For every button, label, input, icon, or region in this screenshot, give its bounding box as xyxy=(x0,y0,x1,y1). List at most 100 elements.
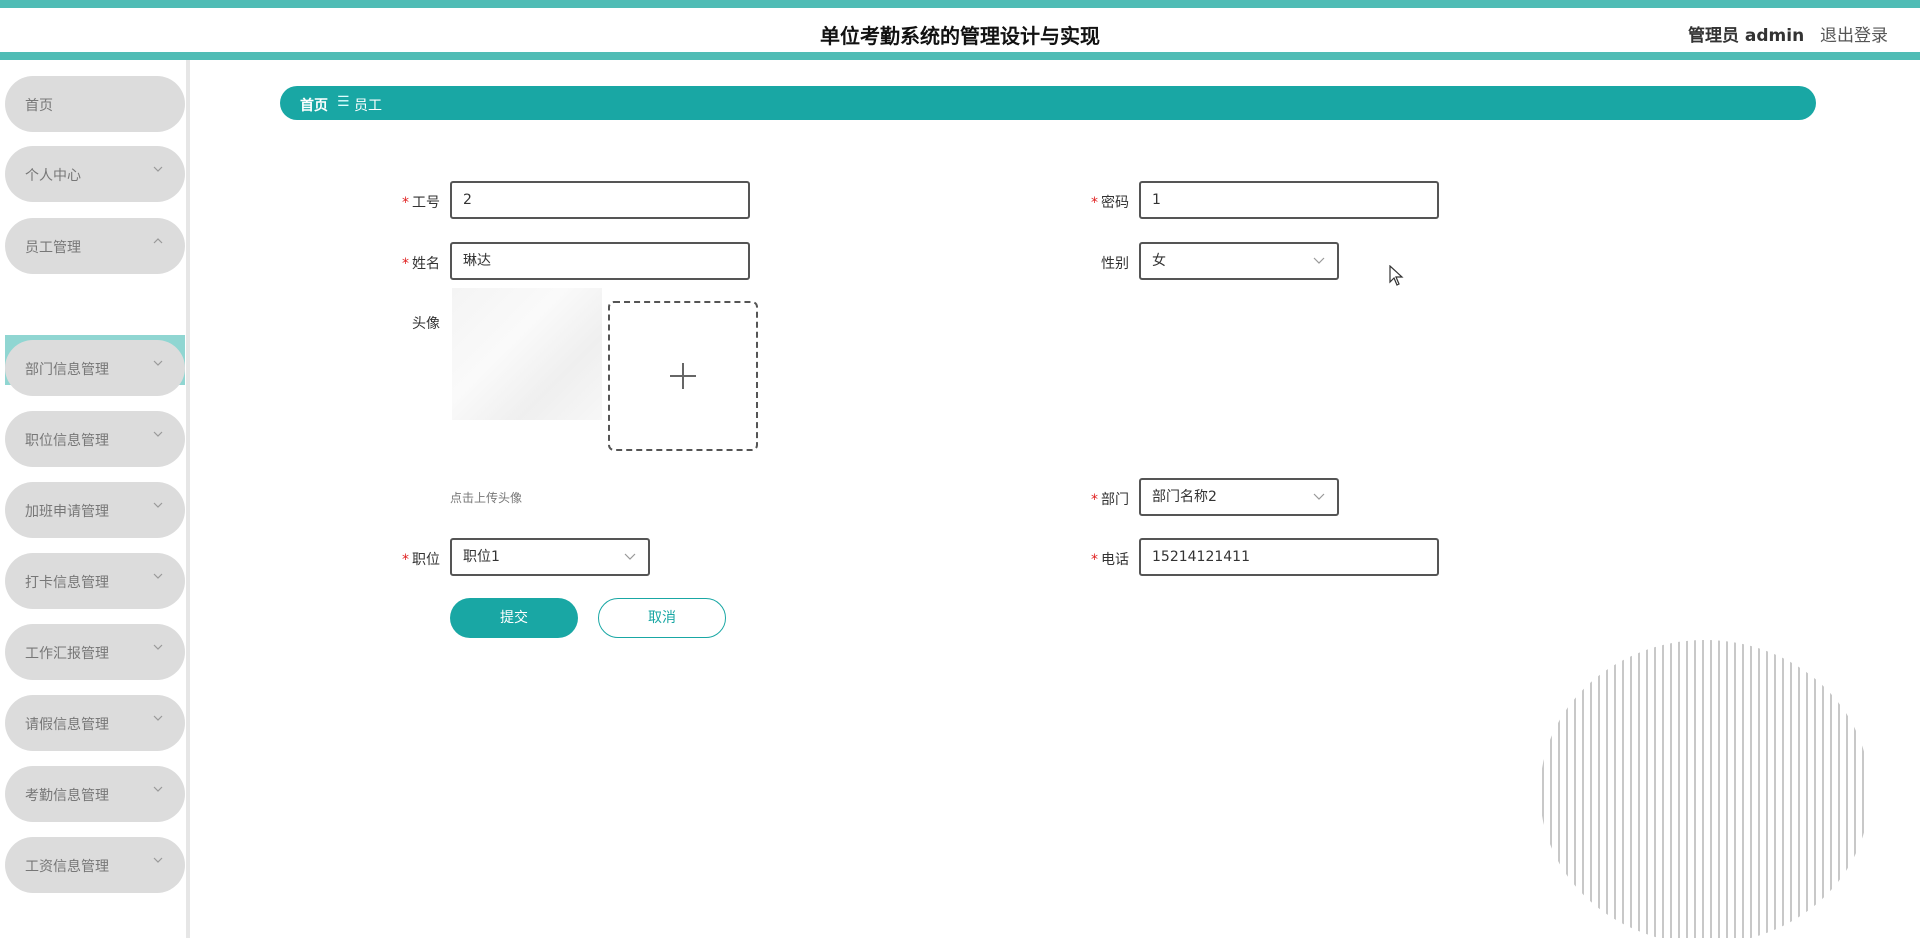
decorative-stripe xyxy=(1614,640,1616,938)
decorative-stripe xyxy=(1582,640,1584,938)
employee-id-input[interactable]: 2 xyxy=(450,181,750,219)
department-label-text: 部门 xyxy=(1101,492,1129,508)
decorative-stripe xyxy=(1558,640,1560,938)
name-label-text: 姓名 xyxy=(412,256,440,272)
decorative-stripe xyxy=(1854,640,1856,938)
decorative-stripe xyxy=(1630,640,1632,938)
phone-label: * 电话 xyxy=(1069,549,1129,569)
decorative-stripe xyxy=(1622,640,1624,938)
decorative-stripe xyxy=(1790,640,1792,938)
required-mark: * xyxy=(1091,492,1098,508)
app-title: 单位考勤系统的管理设计与实现 xyxy=(820,24,1100,48)
sidebar-item-label: 工作汇报管理 xyxy=(25,646,109,662)
decorative-stripe xyxy=(1654,640,1656,938)
breadcrumb-home-link[interactable]: 首页 xyxy=(300,95,328,115)
position-select[interactable]: 职位1 xyxy=(450,538,650,576)
sidebar-item-overtime-request[interactable]: 加班申请管理 xyxy=(5,482,185,538)
decorative-stripe xyxy=(1822,640,1824,938)
department-label: * 部门 xyxy=(1069,489,1129,509)
admin-user-label: 管理员 admin xyxy=(1688,26,1805,46)
sidebar-item-label: 工资信息管理 xyxy=(25,859,109,875)
sidebar-item-employee-management[interactable]: 员工管理 xyxy=(5,218,185,274)
top-header: 单位考勤系统的管理设计与实现 管理员 admin 退出登录 xyxy=(0,0,1920,60)
sidebar-item-department-info[interactable]: 部门信息管理 xyxy=(5,340,185,396)
sidebar-item-clock-in-info[interactable]: 打卡信息管理 xyxy=(5,553,185,609)
employee-id-label-text: 工号 xyxy=(412,195,440,211)
decorative-stripe xyxy=(1542,640,1544,938)
avatar-label: 头像 xyxy=(412,316,440,332)
chevron-down-icon xyxy=(153,715,163,721)
decorative-stripe xyxy=(1782,640,1784,938)
position-select-value: 职位1 xyxy=(463,549,500,565)
gender-select-value: 女 xyxy=(1152,253,1166,269)
sidebar-item-label: 加班申请管理 xyxy=(25,504,109,520)
decorative-stripe xyxy=(1726,640,1728,938)
sidebar-item-position-info[interactable]: 职位信息管理 xyxy=(5,411,185,467)
decorative-stripe xyxy=(1646,640,1648,938)
required-mark: * xyxy=(402,552,409,568)
sidebar-item-label: 请假信息管理 xyxy=(25,717,109,733)
decorative-stripe xyxy=(1838,640,1840,938)
chevron-down-icon xyxy=(153,360,163,366)
gender-label: 性别 xyxy=(1101,256,1129,272)
sidebar-item-work-report[interactable]: 工作汇报管理 xyxy=(5,624,185,680)
position-label: * 职位 xyxy=(380,549,440,569)
sidebar-item-label: 首页 xyxy=(25,98,53,114)
cancel-button[interactable]: 取消 xyxy=(598,598,726,638)
sidebar-item-label: 考勤信息管理 xyxy=(25,788,109,804)
decorative-stripe xyxy=(1718,640,1720,938)
sidebar-item-leave-info[interactable]: 请假信息管理 xyxy=(5,695,185,751)
decorative-stripe xyxy=(1678,640,1680,938)
avatar-upload-button[interactable] xyxy=(608,301,758,451)
chevron-down-icon xyxy=(153,573,163,579)
decorative-stripe xyxy=(1774,640,1776,938)
required-mark: * xyxy=(402,256,409,272)
decorative-stripe xyxy=(1742,640,1744,938)
chevron-down-icon xyxy=(1313,257,1325,264)
decorative-stripe xyxy=(1710,640,1712,938)
decorative-stripe xyxy=(1830,640,1832,938)
decorative-striped-circle xyxy=(1542,640,1864,938)
sidebar-item-personal-center[interactable]: 个人中心 xyxy=(5,146,185,202)
decorative-stripe xyxy=(1670,640,1672,938)
decorative-stripe xyxy=(1686,640,1688,938)
chevron-down-icon xyxy=(624,553,636,560)
sidebar-item-label: 职位信息管理 xyxy=(25,433,109,449)
password-label: * 密码 xyxy=(1069,192,1129,212)
decorative-stripe xyxy=(1694,640,1696,938)
gender-select[interactable]: 女 xyxy=(1139,242,1339,280)
department-select[interactable]: 部门名称2 xyxy=(1139,478,1339,516)
password-input[interactable]: 1 xyxy=(1139,181,1439,219)
mouse-cursor-icon xyxy=(1389,265,1404,286)
decorative-stripe xyxy=(1598,640,1600,938)
decorative-stripe xyxy=(1734,640,1736,938)
decorative-stripe xyxy=(1606,640,1608,938)
breadcrumb-current: 员工 xyxy=(354,98,382,114)
sidebar-item-home[interactable]: 首页 xyxy=(5,76,185,132)
required-mark: * xyxy=(402,195,409,211)
phone-input[interactable]: 15214121411 xyxy=(1139,538,1439,576)
avatar-upload-hint: 点击上传头像 xyxy=(450,491,523,505)
decorative-stripe xyxy=(1590,640,1592,938)
decorative-stripe xyxy=(1574,640,1576,938)
sidebar-item-label: 员工管理 xyxy=(25,240,81,256)
sidebar-item-label: 个人中心 xyxy=(25,168,81,184)
decorative-stripe xyxy=(1806,640,1808,938)
chevron-down-icon xyxy=(1313,493,1325,500)
submit-button[interactable]: 提交 xyxy=(450,598,578,638)
decorative-stripe xyxy=(1846,640,1848,938)
chevron-down-icon xyxy=(153,857,163,863)
chevron-down-icon xyxy=(153,644,163,650)
decorative-stripe xyxy=(1638,640,1640,938)
name-label: * 姓名 xyxy=(380,253,440,273)
sidebar-item-salary-info[interactable]: 工资信息管理 xyxy=(5,837,185,893)
name-input[interactable]: 琳达 xyxy=(450,242,750,280)
sidebar-item-label: 部门信息管理 xyxy=(25,362,109,378)
sidebar: 首页 个人中心 员工管理 员工 部门信息管理 职位信息管理 加班申请管理 打卡信… xyxy=(0,60,190,938)
chevron-down-icon xyxy=(153,166,163,172)
sidebar-item-attendance-info[interactable]: 考勤信息管理 xyxy=(5,766,185,822)
position-label-text: 职位 xyxy=(412,552,440,568)
decorative-stripe xyxy=(1862,640,1864,938)
decorative-stripe xyxy=(1662,640,1664,938)
logout-link[interactable]: 退出登录 xyxy=(1820,21,1888,46)
